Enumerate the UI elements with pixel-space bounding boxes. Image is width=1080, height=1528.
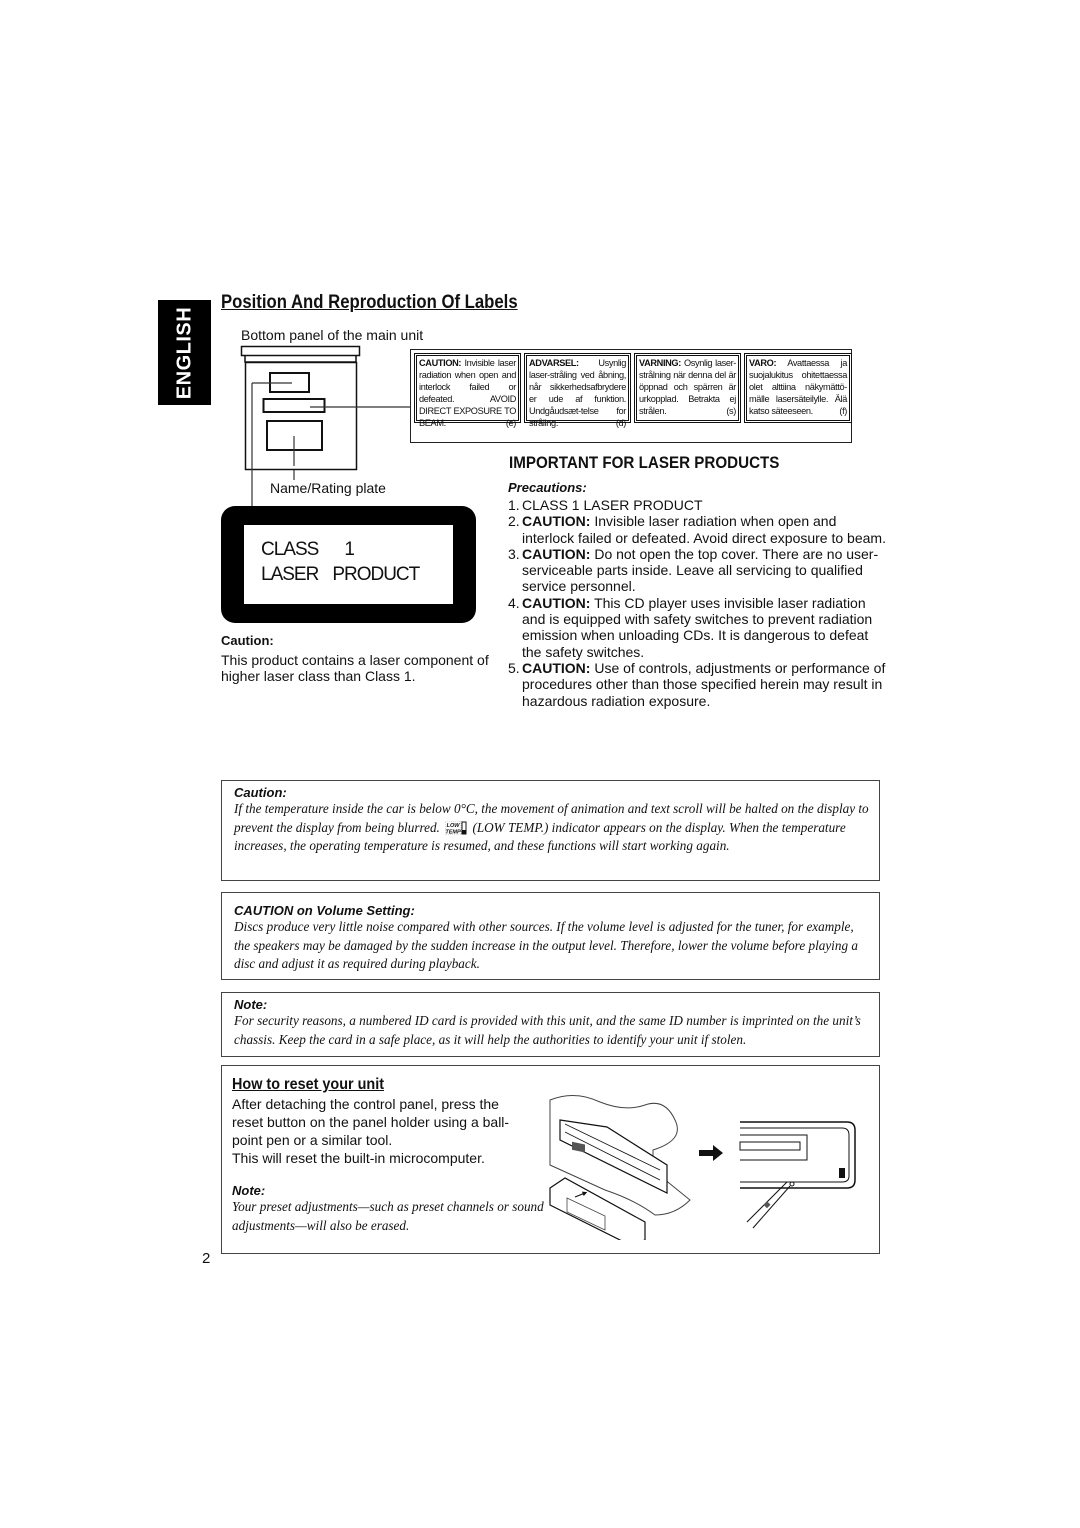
panel-holder-front	[740, 1121, 856, 1189]
language-tab-english: ENGLISH	[158, 300, 211, 405]
name-rating-plate-caption: Name/Rating plate	[270, 480, 386, 496]
page-number: 2	[202, 1250, 211, 1267]
temperature-caution-text: If the temperature inside the car is bel…	[234, 801, 869, 853]
precaution-item: 3. CAUTION: Do not open the top cover. Th…	[508, 545, 879, 595]
plate-caution-text: This product contains a laser component …	[221, 652, 489, 684]
plate-line-2: LASER PRODUCT	[261, 564, 420, 585]
precaution-item: 5. CAUTION: Use of controls, adjustments …	[508, 659, 886, 709]
plate-line-1: CLASS 1	[261, 539, 355, 560]
id-note-text: For security reasons, a numbered ID card…	[234, 1013, 861, 1047]
reset-illustration	[549, 1095, 856, 1240]
temperature-caution-box: Caution: If the temperature inside the c…	[221, 780, 880, 881]
svg-text:TEMP: TEMP	[446, 830, 462, 836]
class1-plate-inner: CLASS 1 LASER PRODUCT	[244, 525, 453, 604]
class1-laser-plate: CLASS 1 LASER PRODUCT	[221, 506, 476, 623]
svg-text:LOW: LOW	[447, 823, 461, 829]
warning-label-swedish: VARNING: Osynlig laser-strålning när den…	[634, 353, 741, 423]
id-note-heading: Note:	[234, 997, 268, 1012]
low-temp-indicator-icon: LOW TEMP	[445, 821, 467, 836]
volume-caution-text: Discs produce very little noise compared…	[234, 919, 858, 971]
plate-caution-heading: Caution:	[221, 633, 274, 648]
temperature-caution-heading: Caution:	[234, 785, 287, 800]
precautions-list: 1. CLASS 1 LASER PRODUCT 2. CAUTION: Invis…	[508, 497, 888, 709]
reset-note-text: Your preset adjustments—such as preset c…	[232, 1199, 544, 1233]
precaution-item: 4. CAUTION: This CD player uses invisible…	[508, 594, 873, 660]
precaution-item: 2. CAUTION: Invisible laser radiation whe…	[508, 513, 886, 546]
precautions-heading: Precautions:	[508, 480, 587, 495]
arrow-right-icon	[699, 1145, 723, 1161]
warning-label-danish: ADVARSEL: Usynlig laser-stråling ved åbn…	[524, 353, 631, 428]
reset-title: How to reset your unit	[232, 1076, 385, 1093]
reset-instructions: After detaching the control panel, press…	[232, 1096, 510, 1148]
reset-effect-text: This will reset the built-in microcomput…	[232, 1150, 485, 1166]
language-tab-label: ENGLISH	[173, 306, 195, 399]
unit-top-edge	[240, 345, 361, 357]
volume-caution-heading: CAUTION on Volume Setting:	[234, 903, 415, 918]
pen-icon	[752, 1185, 791, 1229]
id-card-note-box: Note: For security reasons, a numbered I…	[221, 992, 880, 1057]
section-title-labels: Position And Reproduction Of Labels	[221, 292, 518, 313]
volume-caution-box: CAUTION on Volume Setting: Discs produce…	[221, 892, 880, 980]
precaution-item: 1. CLASS 1 LASER PRODUCT	[508, 497, 703, 513]
laser-products-title: IMPORTANT FOR LASER PRODUCTS	[509, 454, 780, 472]
warning-label-finnish: VARO: Avattaessa ja suojalukitus ohitett…	[744, 353, 852, 423]
reset-button	[789, 1181, 795, 1187]
reset-button-slot	[839, 1168, 845, 1178]
label-slot-warning	[262, 398, 326, 413]
warning-label-english: CAUTION: Invisible laser radiation when …	[414, 353, 521, 428]
